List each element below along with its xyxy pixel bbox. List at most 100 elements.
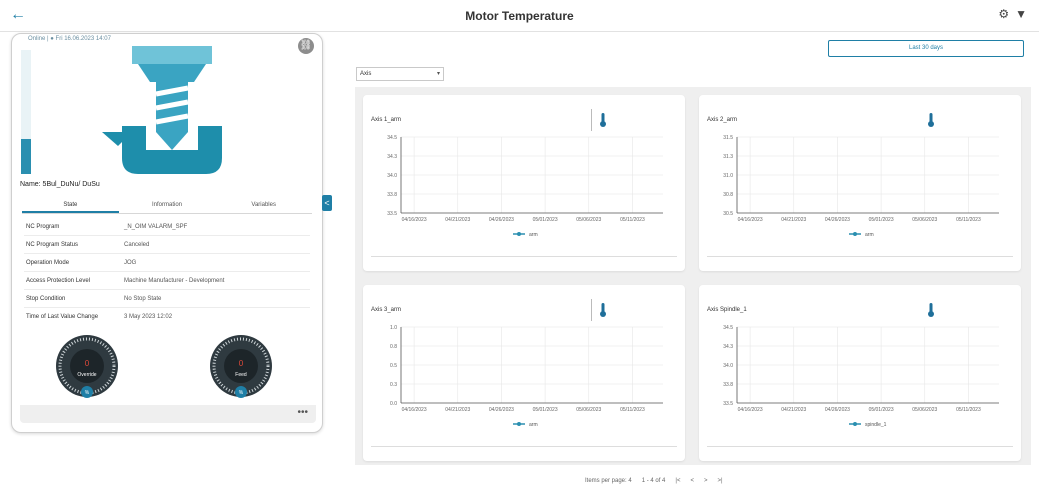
legend-label: arm [529,232,538,238]
x-tick-label: 04/26/2023 [825,217,850,223]
x-tick-label: 05/06/2023 [912,407,937,413]
thermometer-icon[interactable] [927,303,935,317]
collapse-panel-button[interactable]: < [322,195,332,211]
y-tick-label: 33.8 [387,192,397,198]
line-chart: 33.5 33.8 34.0 34.3 34.5 04/16/2023 04/21/2023… [723,325,999,428]
machine-status: Online | ● Fri 16.06.2023 14:07 [28,36,111,42]
x-tick-label: 04/21/2023 [445,407,470,413]
gear-icon[interactable]: ⚙ [998,7,1009,21]
thermometer-icon[interactable] [927,113,935,127]
axis-select-value: Axis [360,71,372,77]
y-tick-label: 34.0 [387,173,397,179]
thermometer-icon[interactable] [599,113,607,127]
paginator: Items per page: 4 1 - 4 of 4 |< < > >| [585,478,723,484]
filter-icon[interactable]: ▼ [1015,7,1027,21]
y-tick-label: 0.0 [390,401,397,407]
more-options-icon[interactable]: ••• [297,407,308,418]
line-chart: 33.5 33.8 34.0 34.3 34.5 04/16/2023 04/21/2023… [387,135,663,238]
y-tick-label: 30.5 [723,211,733,217]
last-page-icon[interactable]: >| [717,478,722,484]
tab-information[interactable]: Information [119,196,216,213]
y-tick-label: 0.5 [390,363,397,369]
page-title: Motor Temperature [465,9,574,23]
chart-title: Axis 2_arm [707,117,738,123]
row-key: Time of Last Value Change [26,314,99,320]
machine-icon [102,46,222,174]
y-tick-label: 30.8 [723,192,733,198]
x-tick-label: 04/16/2023 [402,217,427,223]
table-row: NC Program Status Canceled [24,236,310,254]
axis-select[interactable]: Axis ▾ [356,67,444,81]
state-table: NC Program _N_OIM VALARM_SPF NC Program S… [24,218,310,326]
tab-variables[interactable]: Variables [215,196,312,213]
row-key: Operation Mode [26,259,70,266]
feed-gauge: 0 Feed % [210,335,272,398]
machine-tabs: State Information Variables [22,196,312,214]
card-footer: ••• [20,405,316,423]
panel-divider [591,299,592,321]
y-tick-label: 33.8 [723,382,733,388]
y-tick-label: 0.3 [390,382,397,388]
page-size-label[interactable]: Items per page: 4 [585,478,632,484]
x-tick-label: 04/16/2023 [402,407,427,413]
x-tick-label: 05/06/2023 [576,407,601,413]
panel-divider-bottom [371,446,677,447]
y-tick-label: 34.3 [723,344,733,350]
legend-marker [517,422,521,426]
panel-divider-bottom [707,446,1013,447]
x-tick-label: 04/16/2023 [738,217,763,223]
x-tick-label: 05/01/2023 [533,217,558,223]
table-row: Access Protection Level Machine Manufactu… [24,272,310,290]
time-range-button[interactable]: Last 30 days [828,40,1024,57]
next-page-icon[interactable]: > [704,478,708,484]
x-tick-label: 04/21/2023 [445,217,470,223]
y-tick-label: 34.5 [387,135,397,141]
thermometer-icon[interactable] [599,303,607,317]
y-tick-label: 1.0 [390,325,397,331]
y-tick-label: 31.3 [723,154,733,160]
y-tick-label: 31.5 [723,135,733,141]
x-tick-label: 05/11/2023 [956,407,981,413]
y-tick-label: 0.8 [390,344,397,350]
x-tick-label: 05/06/2023 [576,217,601,223]
top-bar: ← Motor Temperature ⚙ ▼ [0,0,1039,32]
tab-state[interactable]: State [22,196,119,213]
y-tick-label: 34.0 [723,363,733,369]
charts-grid: Axis 1_arm 33.5 33.8 34.0 34.3 34.5 04/16/202… [355,87,1031,465]
x-tick-label: 05/01/2023 [869,407,894,413]
line-chart: 30.5 30.8 31.0 31.3 31.5 04/16/2023 04/21/2023… [723,135,999,238]
panel-divider-bottom [707,256,1013,257]
table-row: NC Program _N_OIM VALARM_SPF [24,218,310,236]
chart-panel: Axis 3_arm 0.0 0.3 0.5 0.8 1.0 04/16/2023 04/2… [363,285,685,461]
panel-divider-bottom [371,256,677,257]
y-tick-label: 33.5 [387,211,397,217]
y-tick-label: 34.5 [723,325,733,331]
row-key: NC Program [26,223,60,230]
x-tick-label: 05/11/2023 [620,217,645,223]
prev-page-icon[interactable]: < [690,478,694,484]
feed-label: Feed [235,372,247,378]
chart-title: Axis 3_arm [371,307,402,313]
override-label: Override [77,372,96,378]
page-range-label: 1 - 4 of 4 [641,478,666,484]
y-tick-label: 33.5 [723,401,733,407]
first-page-icon[interactable]: |< [675,478,680,484]
image-link-icon[interactable]: ⛓ [298,38,314,54]
x-tick-label: 04/26/2023 [489,407,514,413]
top-icons: ⚙ ▼ [998,7,1027,21]
table-row: Operation Mode JOG [24,254,310,272]
chevron-down-icon: ▾ [436,71,440,77]
override-unit: % [85,390,90,396]
table-row: Stop Condition No Stop State [24,290,310,308]
line-chart: 0.0 0.3 0.5 0.8 1.0 04/16/2023 04/21/2023 04/26… [390,325,663,428]
legend-label: arm [865,232,874,238]
legend-marker [517,232,521,236]
x-tick-label: 05/06/2023 [912,217,937,223]
legend-marker [853,422,857,426]
row-value: Canceled [124,241,150,248]
x-tick-label: 04/26/2023 [489,217,514,223]
override-value: 0 [85,359,90,368]
x-tick-label: 04/26/2023 [825,407,850,413]
chart-title: Axis 1_arm [371,117,402,123]
override-gauge: 0 Override % [56,335,118,398]
